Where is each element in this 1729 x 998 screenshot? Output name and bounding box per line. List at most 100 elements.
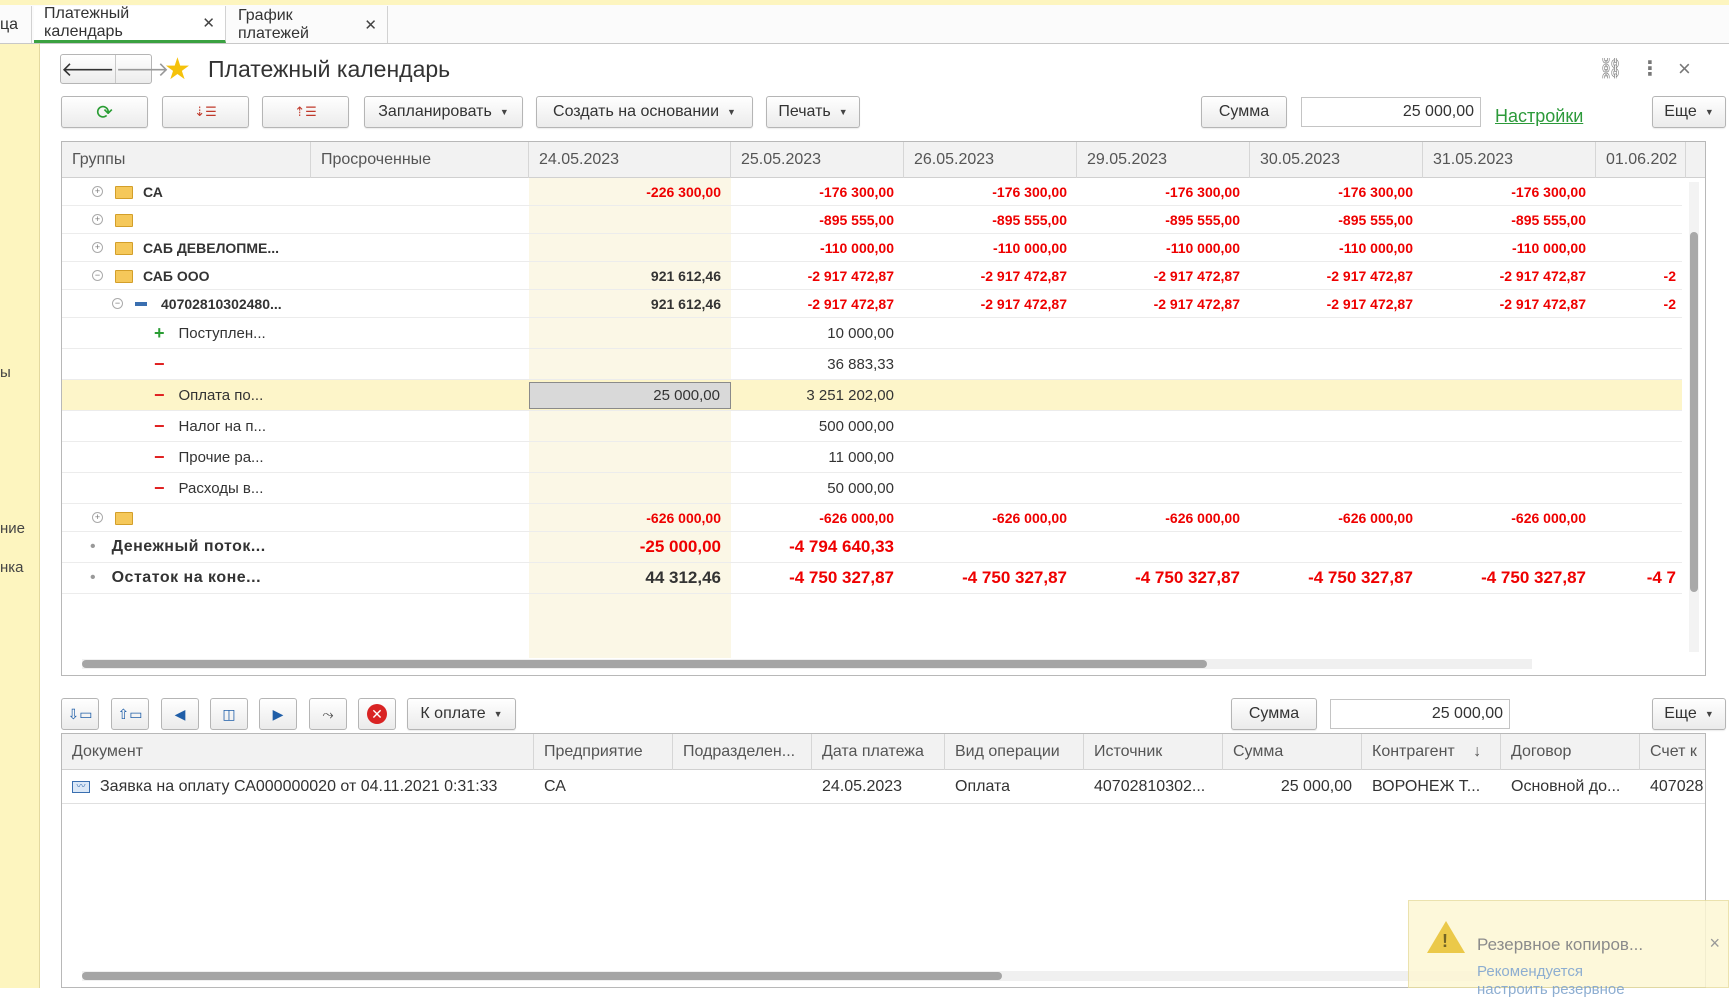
grid-row[interactable]: − Налог на п... 500 000,00 [62, 411, 1682, 442]
grid-cell[interactable]: -2 917 472,87 [1250, 262, 1423, 289]
notification-text[interactable]: Рекомендуется [1477, 963, 1583, 980]
backup-notification[interactable]: ! Резервное копиров... Рекомендуется нас… [1408, 900, 1729, 998]
column-header-account[interactable]: Счет к [1640, 734, 1705, 770]
grid-cell[interactable] [1077, 380, 1250, 410]
scroll-thumb[interactable] [82, 660, 1207, 668]
grid-cell[interactable] [311, 262, 529, 289]
grid-cell[interactable]: -226 300,00 [529, 178, 731, 205]
grid-cell[interactable] [1596, 504, 1686, 531]
grid-cell[interactable] [311, 318, 529, 348]
grid-cell[interactable]: 10 000,00 [731, 318, 904, 348]
grid-cell[interactable] [1077, 442, 1250, 472]
grid-cell[interactable]: -110 000,00 [1423, 234, 1596, 261]
grid-cell[interactable]: -895 555,00 [1250, 206, 1423, 233]
grid-cell[interactable]: -626 000,00 [529, 504, 731, 531]
bottom-sum-field[interactable]: 25 000,00 [1330, 699, 1510, 729]
grid-cell[interactable] [1596, 234, 1686, 261]
column-header-operation[interactable]: Вид операции [945, 734, 1084, 770]
close-icon[interactable]: ✕ [364, 16, 377, 34]
load-icon-button[interactable]: ⇩▭ [61, 698, 99, 730]
back-button[interactable]: 🡐 [61, 55, 115, 83]
tab-payment-schedule[interactable]: График платежей ✕ [228, 6, 388, 43]
grid-cell[interactable] [904, 442, 1077, 472]
sum-button[interactable]: Сумма [1201, 96, 1287, 128]
grid-cell[interactable]: -4 750 327,87 [731, 563, 904, 593]
collapse-icon[interactable]: − [92, 270, 103, 281]
grid-cell[interactable] [311, 206, 529, 233]
grid-row[interactable]: + -895 555,00 -895 555,00 -895 555,00 -895 5… [62, 206, 1682, 234]
grid-cell[interactable]: 921 612,46 [529, 262, 731, 289]
grid-cell[interactable] [311, 234, 529, 261]
grid-cell[interactable] [311, 563, 529, 593]
column-header-groups[interactable]: Группы [62, 142, 311, 178]
grid-cell[interactable]: -895 555,00 [1423, 206, 1596, 233]
grid-cell[interactable] [1250, 349, 1423, 379]
grid-cell[interactable] [1077, 532, 1250, 562]
grid-cell[interactable] [1077, 318, 1250, 348]
grid-row[interactable]: −40702810302480... 921 612,46 -2 917 472,8… [62, 290, 1682, 318]
close-icon[interactable]: × [1709, 933, 1720, 954]
grid-cell[interactable] [529, 411, 731, 441]
grid-row[interactable]: + СА -226 300,00 -176 300,00 -176 300,00 -176… [62, 178, 1682, 206]
more-button[interactable]: Еще ▼ [1652, 96, 1726, 128]
column-header-date[interactable]: 30.05.2023 [1250, 142, 1423, 178]
grid-cell[interactable]: -110 000,00 [904, 234, 1077, 261]
grid-cell[interactable]: -2 917 472,87 [1077, 290, 1250, 317]
grid-cell[interactable] [311, 411, 529, 441]
grid-row[interactable]: − Прочие ра... 11 000,00 [62, 442, 1682, 473]
grid-cell[interactable] [1596, 380, 1686, 410]
grid-cell[interactable]: -110 000,00 [1250, 234, 1423, 261]
grid-cell[interactable] [1250, 532, 1423, 562]
grid-cell[interactable]: -176 300,00 [731, 178, 904, 205]
grid-cell[interactable] [311, 290, 529, 317]
expand-icon[interactable]: + [92, 186, 103, 197]
grid-cell[interactable] [1423, 442, 1596, 472]
grid-cell[interactable]: -2 917 472,87 [1423, 262, 1596, 289]
grid-cell[interactable]: -895 555,00 [731, 206, 904, 233]
grid-cell[interactable] [311, 349, 529, 379]
grid-cell[interactable] [311, 380, 529, 410]
column-header-date[interactable]: 24.05.2023 [529, 142, 731, 178]
grid-cell[interactable] [311, 442, 529, 472]
grid-cell[interactable] [1423, 380, 1596, 410]
column-header-payment-date[interactable]: Дата платежа [812, 734, 945, 770]
grid-cell[interactable]: -25 000,00 [529, 532, 731, 562]
vertical-scrollbar[interactable] [1689, 182, 1699, 652]
grid-cell[interactable]: -176 300,00 [1250, 178, 1423, 205]
grid-cell[interactable] [1423, 473, 1596, 503]
grid-cell[interactable]: 44 312,46 [529, 563, 731, 593]
grid-cell[interactable]: 921 612,46 [529, 290, 731, 317]
grid-cell[interactable] [1596, 349, 1686, 379]
horizontal-scrollbar[interactable] [82, 659, 1532, 669]
grid-row[interactable]: − 36 883,33 [62, 349, 1682, 380]
grid-cell[interactable]: -176 300,00 [1423, 178, 1596, 205]
grid-cell[interactable] [1596, 318, 1686, 348]
grid-cell[interactable]: -176 300,00 [904, 178, 1077, 205]
close-icon[interactable]: ✕ [202, 14, 215, 32]
prev-button[interactable]: ◀ [161, 698, 199, 730]
move-button[interactable]: ◫ [210, 698, 248, 730]
column-header-date[interactable]: 26.05.2023 [904, 142, 1077, 178]
grid-cell[interactable] [1077, 411, 1250, 441]
bottom-more-button[interactable]: Еще ▼ [1652, 698, 1726, 730]
tab-partial[interactable]: ца [0, 6, 32, 43]
link-doc-button[interactable]: ⤳ [309, 698, 347, 730]
grid-cell[interactable] [904, 532, 1077, 562]
grid-cell[interactable]: -2 917 472,87 [1423, 290, 1596, 317]
grid-cell[interactable] [1423, 411, 1596, 441]
grid-cell[interactable]: -2 917 472,87 [1077, 262, 1250, 289]
tab-payment-calendar[interactable]: Платежный календарь ✕ [34, 5, 226, 43]
scroll-thumb[interactable] [1690, 232, 1698, 592]
grid-cell[interactable] [1596, 411, 1686, 441]
grid-row[interactable]: • Остаток на коне... 44 312,46 -4 750 327,8… [62, 563, 1682, 594]
collapse-icon[interactable]: − [112, 298, 123, 309]
column-header-date[interactable]: 29.05.2023 [1077, 142, 1250, 178]
notification-text[interactable]: настроить резервное [1477, 981, 1625, 998]
table-row[interactable]: 〰 Заявка на оплату СА000000020 от 04.11.… [62, 770, 1705, 804]
grid-cell[interactable] [529, 206, 731, 233]
grid-cell[interactable] [529, 318, 731, 348]
grid-cell[interactable] [904, 318, 1077, 348]
column-header-org[interactable]: Предприятие [534, 734, 673, 770]
grid-cell[interactable]: 3 251 202,00 [731, 380, 904, 410]
favorite-star-icon[interactable]: ★ [164, 52, 191, 87]
